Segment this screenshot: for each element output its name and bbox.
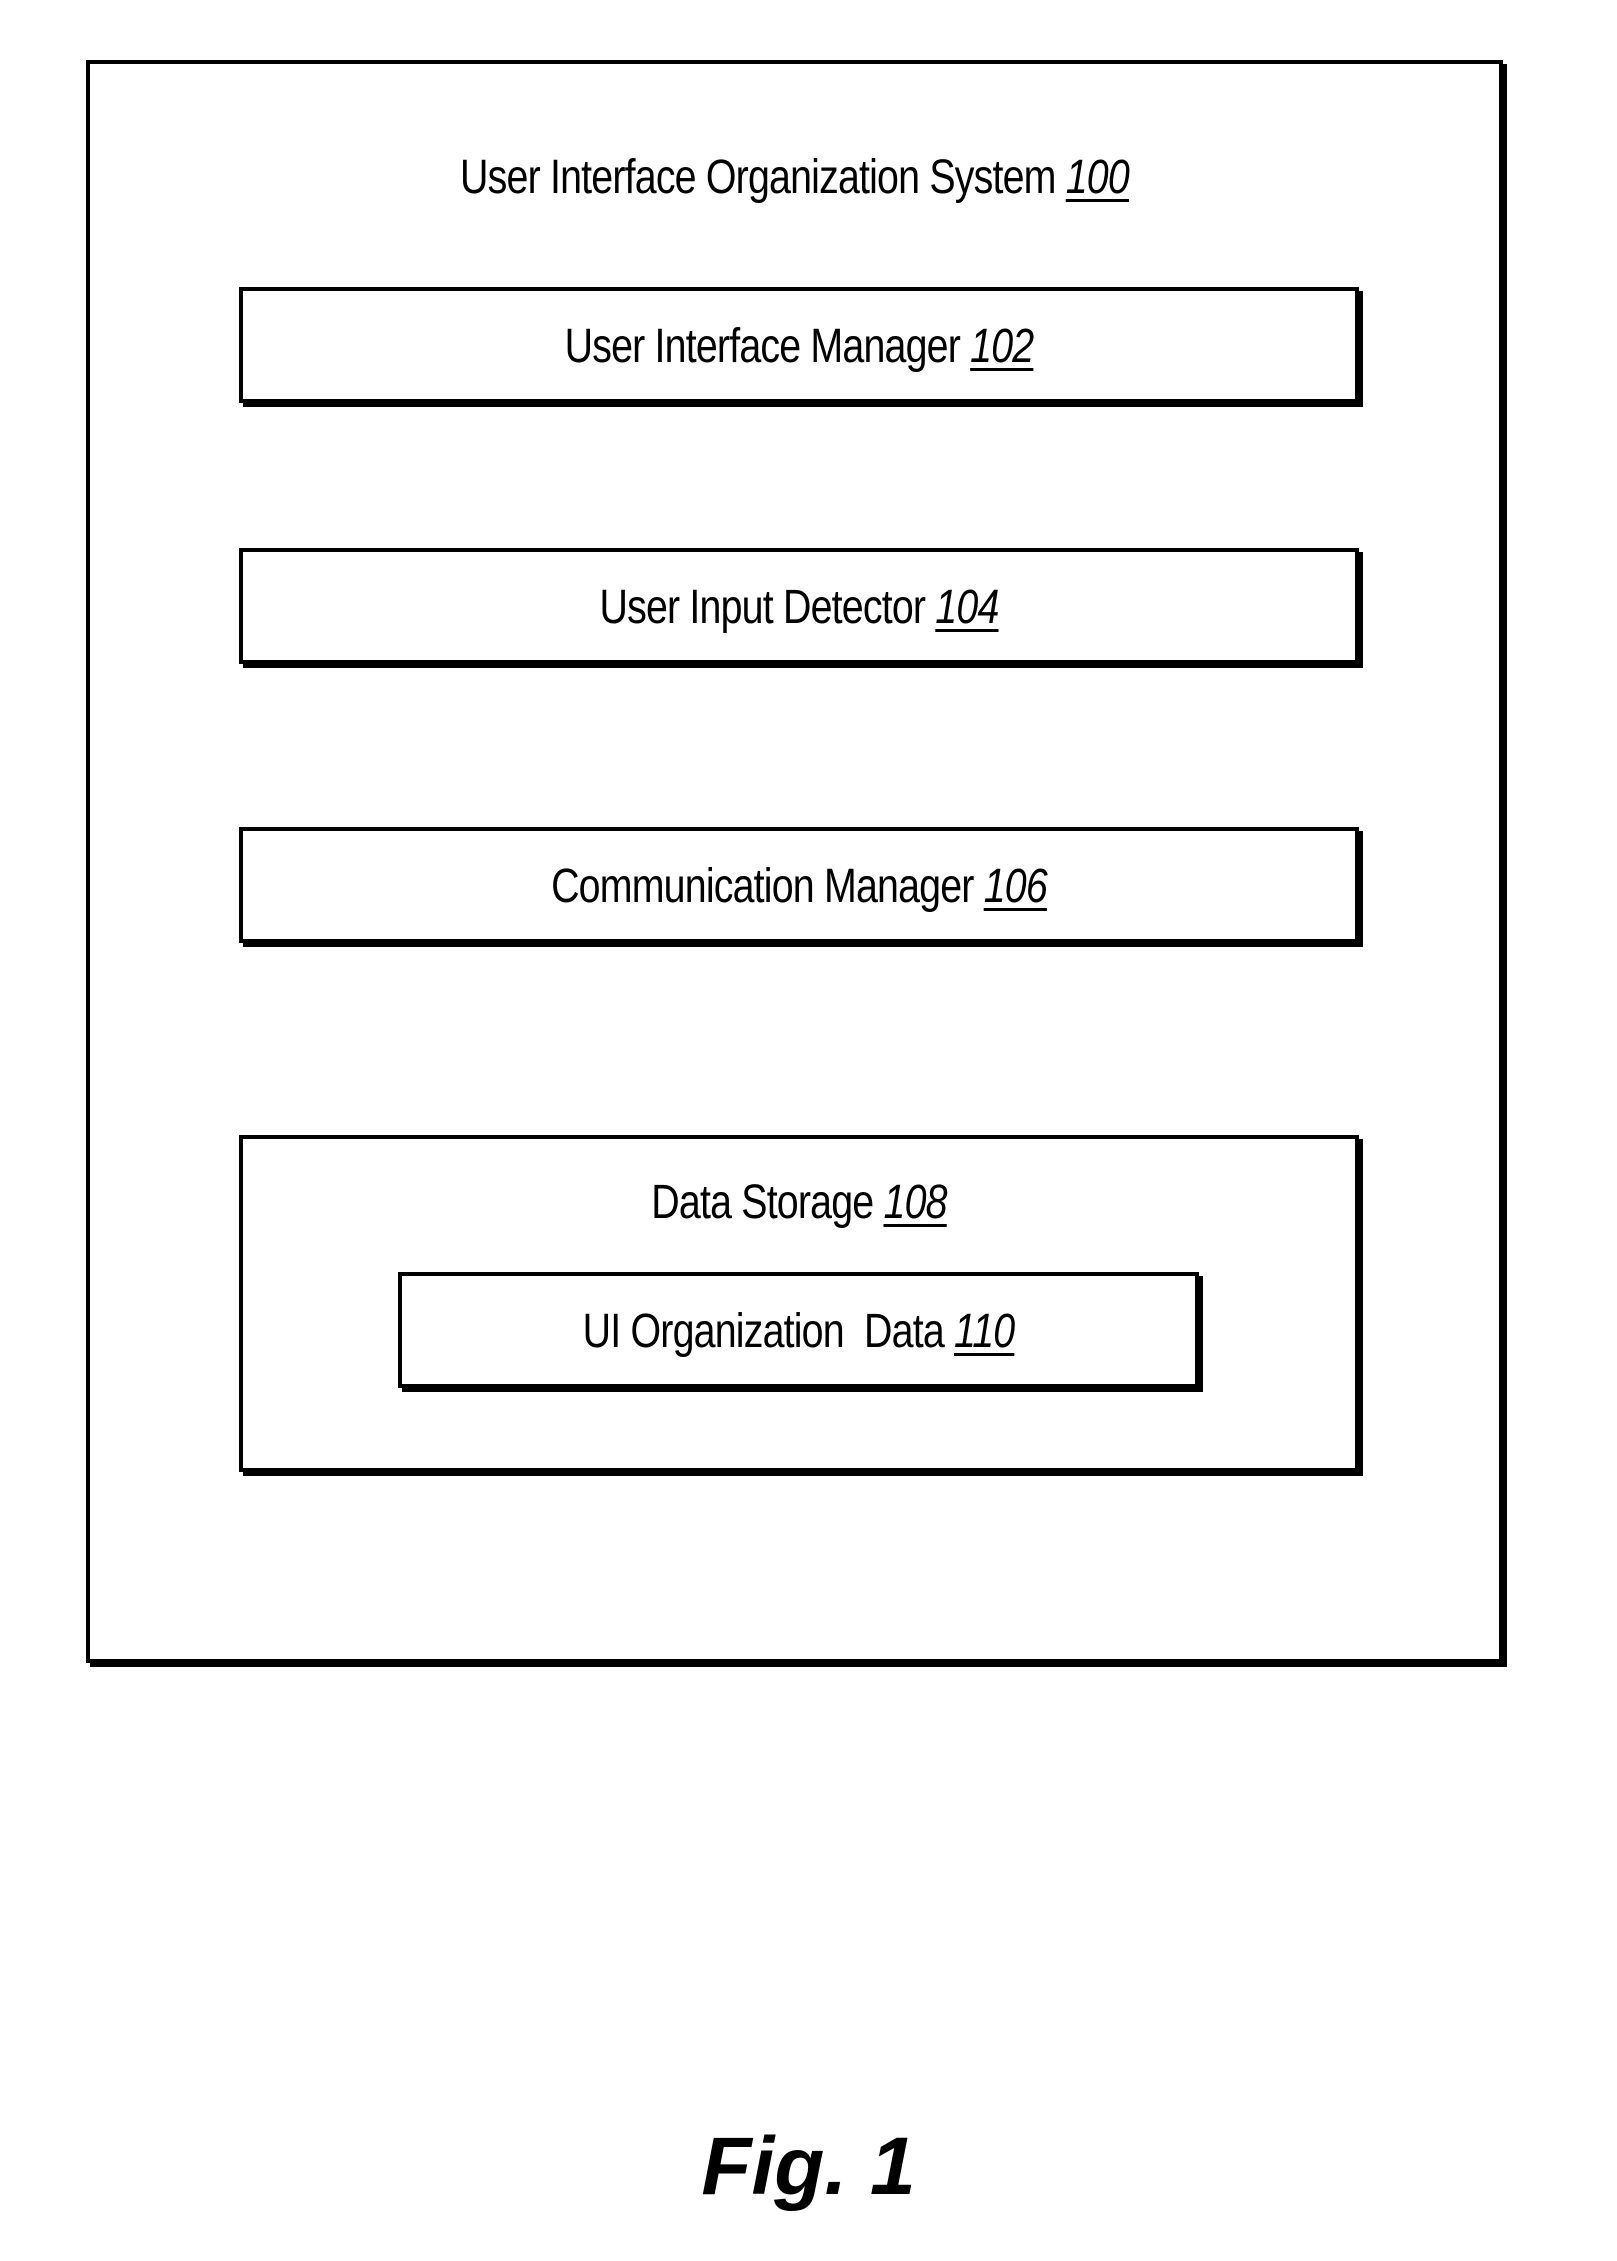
data-storage-box: Data Storage 108 UI Organization Data 11… <box>239 1135 1359 1472</box>
component-ref: 104 <box>935 581 999 634</box>
component-label: User Input Detector 104 <box>343 580 1255 635</box>
storage-name: Data Storage <box>651 1176 874 1229</box>
component-name: User Input Detector <box>599 581 926 634</box>
user-input-detector-box: User Input Detector 104 <box>239 548 1359 664</box>
data-name: UI Organization Data <box>582 1305 945 1358</box>
component-ref: 102 <box>970 320 1034 373</box>
figure-caption: Fig. 1 <box>701 2121 916 2212</box>
system-box: User Interface Organization System 100 U… <box>86 60 1503 1663</box>
user-interface-manager-box: User Interface Manager 102 <box>239 287 1359 403</box>
component-label: User Interface Manager 102 <box>343 319 1255 374</box>
component-label: Communication Manager 106 <box>343 859 1255 914</box>
data-ref: 110 <box>954 1305 1015 1358</box>
storage-ref: 108 <box>883 1176 947 1229</box>
communication-manager-box: Communication Manager 106 <box>239 827 1359 943</box>
system-name: User Interface Organization System <box>460 151 1056 204</box>
system-ref: 100 <box>1065 151 1130 204</box>
component-name: User Interface Manager <box>564 320 961 373</box>
storage-label: Data Storage 108 <box>343 1175 1255 1230</box>
component-name: Communication Manager <box>551 860 974 913</box>
system-label: User Interface Organization System 100 <box>217 150 1372 205</box>
ui-organization-data-box: UI Organization Data 110 <box>398 1272 1199 1388</box>
data-label: UI Organization Data 110 <box>473 1304 1123 1359</box>
component-ref: 106 <box>983 860 1048 913</box>
